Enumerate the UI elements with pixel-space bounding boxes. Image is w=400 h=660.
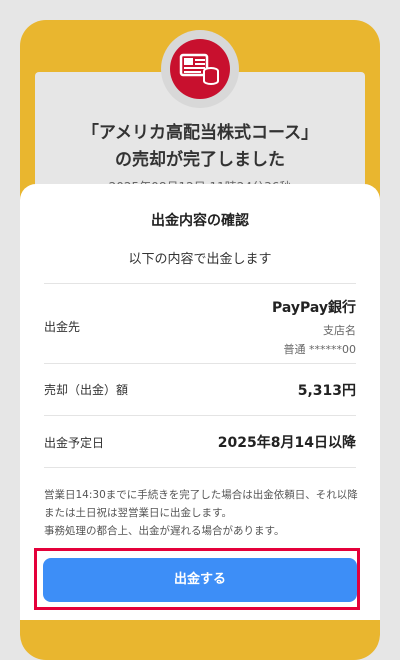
completion-title: 「アメリカ高配当株式コース」 の売却が完了しました (20, 120, 380, 174)
completion-title-line2: の売却が完了しました (115, 150, 285, 170)
sheet-subtitle: 以下の内容で出金します (128, 252, 272, 267)
withdraw-note: 営業日14:30までに手続きを完了した場合は出金依頼日、それ以降または土日祝は翌… (44, 486, 360, 540)
divider (44, 363, 356, 364)
withdraw-note-line2: 事務処理の都合上、出金が遅れる場合があります。 (44, 525, 285, 537)
withdraw-date-label: 出金予定日 (44, 436, 105, 450)
sale-amount-value: 5,313円 (297, 383, 356, 399)
divider (44, 415, 356, 416)
sheet-title: 出金内容の確認 (151, 213, 249, 229)
bank-name: PayPay銀行 (271, 300, 356, 316)
withdraw-button[interactable]: 出金する (43, 558, 357, 602)
divider (44, 283, 356, 284)
completion-title-line1: 「アメリカ高配当株式コース」 (81, 123, 319, 143)
branch-name: 支店名 (323, 324, 356, 337)
withdraw-date-value: 2025年8月14日以降 (217, 435, 356, 451)
us-flag-coins-icon (170, 39, 230, 99)
account-number: 普通 ******00 (283, 343, 357, 356)
withdraw-note-line1: 営業日14:30までに手続きを完了した場合は出金依頼日、それ以降または土日祝は翌… (44, 489, 358, 519)
divider (44, 467, 356, 468)
sale-amount-label: 売却（出金）額 (44, 383, 129, 397)
withdraw-destination-value: PayPay銀行 支店名 普通 ******00 (272, 297, 356, 357)
badge-circle (161, 30, 239, 108)
withdraw-destination-label: 出金先 (44, 320, 81, 334)
